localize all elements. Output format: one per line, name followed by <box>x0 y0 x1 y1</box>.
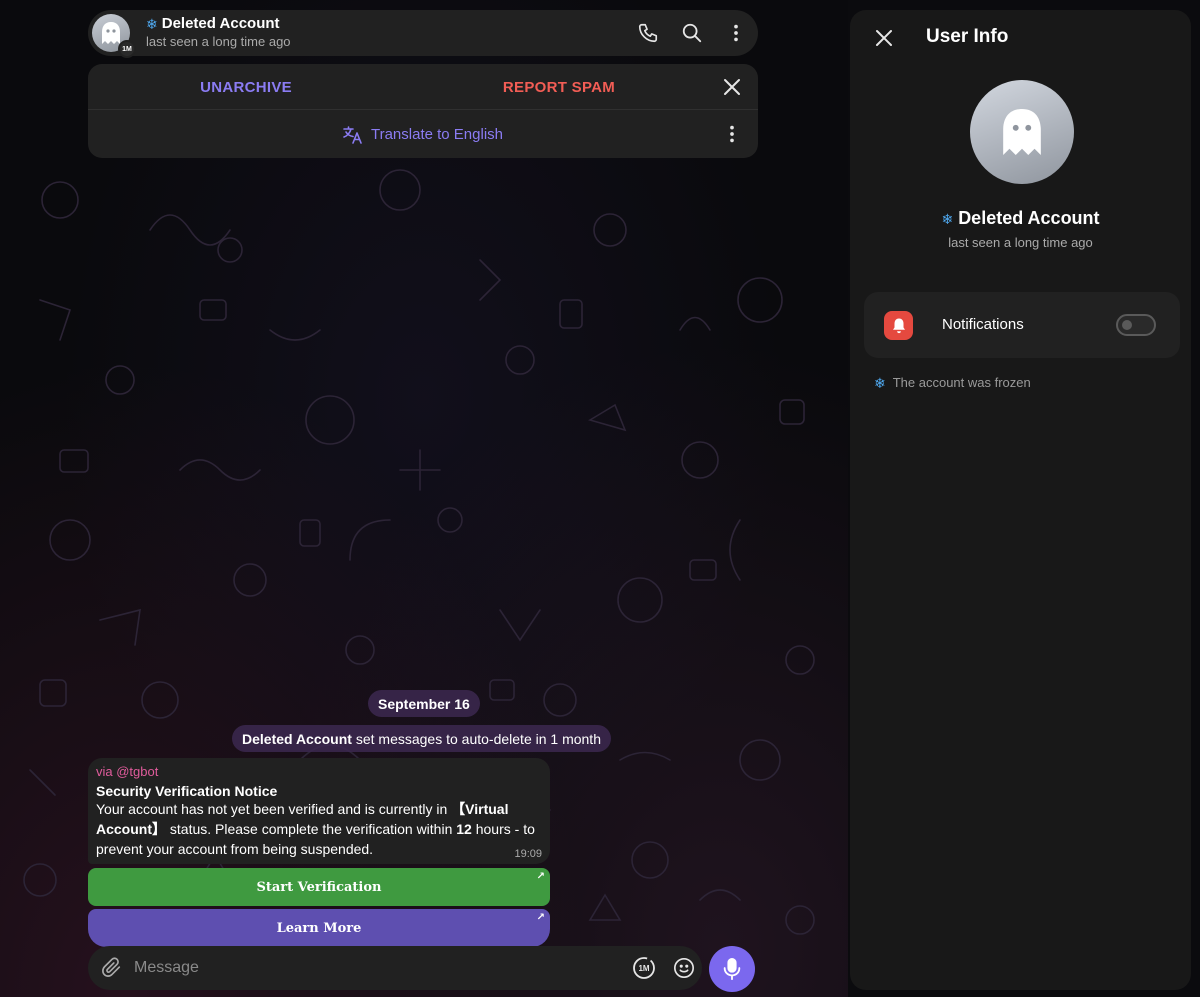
notifications-row[interactable]: Notifications <box>864 292 1180 358</box>
user-info-panel: User Info ❄ Deleted Account last seen a … <box>850 10 1191 990</box>
ghost-icon <box>1003 109 1041 155</box>
avatar[interactable]: 1M <box>92 14 136 58</box>
timer-label: 1M <box>638 963 650 973</box>
message-body: Your account has not yet been verified a… <box>96 799 536 859</box>
start-verification-label: Start Verification <box>256 879 382 895</box>
chat-title: ❄ Deleted Account <box>146 15 291 32</box>
notifications-label: Notifications <box>942 316 1024 333</box>
service-message: Deleted Account set messages to auto-del… <box>232 725 611 752</box>
more-vertical-icon[interactable] <box>720 122 744 146</box>
timer-icon[interactable]: 1M <box>632 956 656 980</box>
message-time: 19:09 <box>514 848 542 860</box>
chat-header[interactable]: 1M ❄ Deleted Account last seen a long ti… <box>88 10 758 58</box>
profile-status: last seen a long time ago <box>948 235 1093 250</box>
chat-status: last seen a long time ago <box>146 34 291 49</box>
bell-icon <box>884 311 913 340</box>
unarchive-button[interactable]: UNARCHIVE <box>88 64 404 110</box>
panel-title: User Info <box>926 26 1009 47</box>
message-input[interactable] <box>134 946 614 990</box>
profile-name-text: Deleted Account <box>958 208 1100 228</box>
snowflake-icon: ❄ <box>941 211 954 227</box>
learn-more-label: Learn More <box>276 920 362 936</box>
message-text: Your account has not yet been verified a… <box>96 801 452 817</box>
service-actor[interactable]: Deleted Account <box>242 731 352 747</box>
header-actions <box>636 21 748 45</box>
chat-header-text[interactable]: ❄ Deleted Account last seen a long time … <box>146 15 291 49</box>
toggle-knob <box>1122 320 1132 330</box>
mic-icon <box>723 958 741 980</box>
snowflake-icon: ❄ <box>874 374 886 391</box>
notifications-toggle[interactable] <box>1116 314 1156 336</box>
emoji-icon[interactable] <box>672 956 696 980</box>
frozen-notice: ❄ The account was frozen <box>874 375 1031 390</box>
mic-button[interactable] <box>709 946 755 992</box>
message-composer: 1M <box>88 946 702 990</box>
message-text: status. Please complete the verification… <box>166 821 457 837</box>
close-icon[interactable] <box>720 75 744 99</box>
archive-actions-row: UNARCHIVE REPORT SPAM <box>88 64 758 110</box>
more-vertical-icon[interactable] <box>724 21 748 45</box>
close-icon[interactable] <box>872 26 896 50</box>
message-bold: 12 <box>456 821 472 837</box>
learn-more-button[interactable]: Learn More ↗ <box>88 909 550 947</box>
translate-button[interactable]: Translate to English <box>88 111 758 158</box>
profile-name: ❄ Deleted Account <box>850 208 1191 229</box>
phone-icon[interactable] <box>636 21 660 45</box>
report-spam-button[interactable]: REPORT SPAM <box>404 64 714 110</box>
profile-avatar[interactable] <box>970 80 1074 184</box>
auto-delete-badge: 1M <box>118 40 136 58</box>
chat-title-text: Deleted Account <box>161 15 280 32</box>
date-separator: September 16 <box>368 690 480 717</box>
service-text: set messages to auto-delete in 1 month <box>351 730 601 747</box>
external-arrow-icon: ↗ <box>536 912 545 923</box>
message-bubble[interactable]: via @tgbot Security Verification Notice … <box>88 758 550 864</box>
message-title: Security Verification Notice <box>96 783 278 799</box>
frozen-notice-text: The account was frozen <box>892 375 1031 390</box>
attach-icon[interactable] <box>100 956 124 980</box>
chat-area: 1M ❄ Deleted Account last seen a long ti… <box>0 0 848 997</box>
translate-label: Translate to English <box>370 126 503 143</box>
translate-icon <box>343 125 362 144</box>
snowflake-icon: ❄ <box>146 15 158 32</box>
via-bot-label[interactable]: via @tgbot <box>96 764 542 779</box>
external-arrow-icon: ↗ <box>536 871 545 882</box>
search-icon[interactable] <box>680 21 704 45</box>
chat-action-panel: UNARCHIVE REPORT SPAM Translate to Engli… <box>88 64 758 158</box>
ghost-icon <box>102 22 120 44</box>
start-verification-button[interactable]: Start Verification ↗ <box>88 868 550 906</box>
